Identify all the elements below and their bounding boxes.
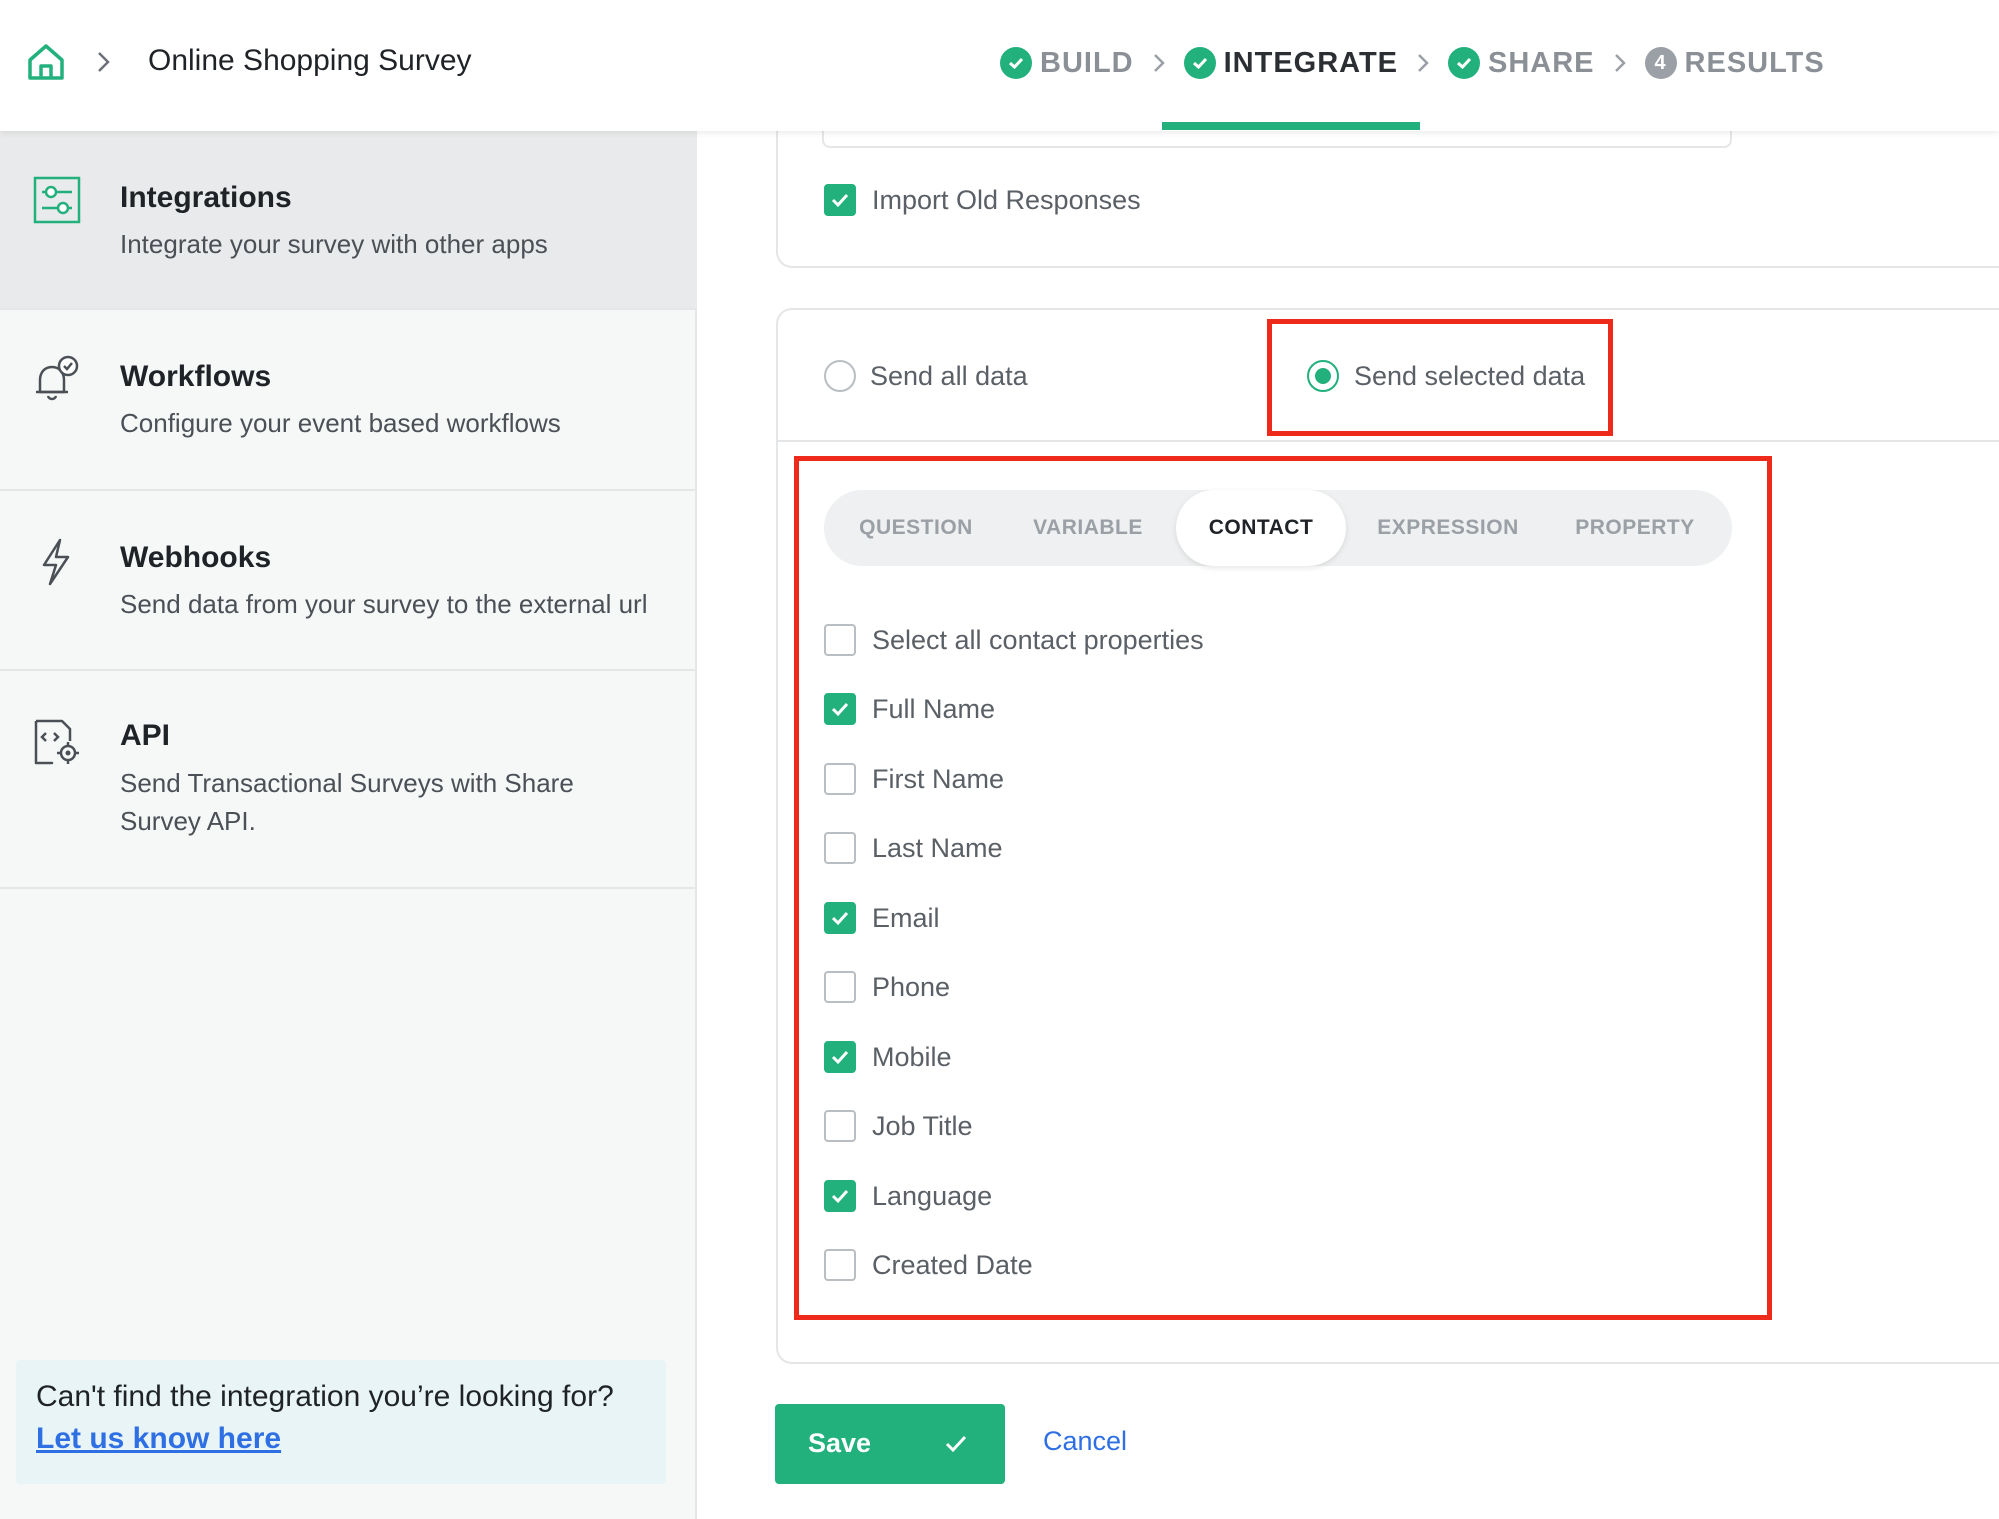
help-box: Can't find the integration you’re lookin… <box>16 1360 666 1484</box>
divider <box>776 440 1999 442</box>
check-circle-icon <box>1448 47 1481 79</box>
home-icon[interactable] <box>24 40 68 84</box>
tab-question[interactable]: QUESTION <box>836 490 996 566</box>
property-checkbox-email[interactable] <box>824 902 856 934</box>
help-text: Can't find the integration you’re lookin… <box>36 1380 614 1413</box>
property-label: Language <box>872 1181 993 1211</box>
send-selected-radio[interactable] <box>1307 360 1339 392</box>
sidebar-item-workflows[interactable]: Workflows Configure your event based wor… <box>0 310 697 491</box>
property-checkbox-language[interactable] <box>824 1180 856 1212</box>
step-label: INTEGRATE <box>1223 46 1399 79</box>
property-checkbox-first-name[interactable] <box>824 763 856 795</box>
step-label: SHARE <box>1488 46 1595 79</box>
data-type-tabs: QUESTION VARIABLE CONTACT EXPRESSION PRO… <box>824 490 1732 566</box>
survey-title: Online Shopping Survey <box>148 44 472 77</box>
top-header: Online Shopping Survey BUILD INTEGRATE S… <box>0 0 1999 131</box>
chevron-right-icon <box>94 48 114 76</box>
step-results[interactable]: 4 RESULTS <box>1644 46 1825 80</box>
property-checkbox-last-name[interactable] <box>824 832 856 864</box>
sidebar-item-title: Workflows <box>120 360 272 393</box>
step-navigation: BUILD INTEGRATE SHARE 4 RESULTS <box>1000 38 1825 88</box>
save-button[interactable]: Save <box>775 1404 1005 1484</box>
sidebar-item-api[interactable]: API Send Transactional Surveys with Shar… <box>0 671 697 889</box>
check-circle-icon <box>1000 47 1032 79</box>
property-label: Mobile <box>872 1042 952 1072</box>
sidebar-item-desc: Integrate your survey with other apps <box>120 229 548 259</box>
tab-contact[interactable]: CONTACT <box>1176 490 1346 566</box>
sidebar-item-title: Webhooks <box>120 541 272 574</box>
sidebar-item-desc: Send Transactional Surveys with Share Su… <box>120 768 574 836</box>
save-label: Save <box>808 1428 872 1458</box>
sidebar-item-webhooks[interactable]: Webhooks Send data from your survey to t… <box>0 491 697 671</box>
property-label: Email <box>872 903 940 933</box>
property-checkbox-created-date[interactable] <box>824 1249 856 1281</box>
property-checkbox-phone[interactable] <box>824 971 856 1003</box>
import-old-checkbox[interactable] <box>824 184 856 216</box>
lightning-icon <box>32 537 82 587</box>
property-checkbox-full-name[interactable] <box>824 693 856 725</box>
property-label: Full Name <box>872 694 996 724</box>
active-step-indicator <box>1162 122 1420 130</box>
tab-expression[interactable]: EXPRESSION <box>1358 490 1538 566</box>
step-label: RESULTS <box>1684 46 1825 79</box>
bell-check-icon <box>32 354 82 404</box>
check-icon <box>945 1435 967 1453</box>
select-all-label: Select all contact properties <box>872 625 1204 655</box>
check-icon <box>831 193 849 208</box>
step-share[interactable]: SHARE <box>1448 47 1595 80</box>
step-number-badge: 4 <box>1644 47 1677 79</box>
chevron-right-icon <box>1595 50 1645 76</box>
chevron-right-icon <box>1134 50 1184 76</box>
tab-property[interactable]: PROPERTY <box>1550 490 1720 566</box>
check-icon <box>831 702 849 717</box>
check-circle-icon <box>1183 47 1216 79</box>
property-label: Phone <box>872 972 951 1002</box>
sidebar-item-integrations[interactable]: Integrations Integrate your survey with … <box>0 131 697 310</box>
property-checkbox-job-title[interactable] <box>824 1110 856 1142</box>
sidebar-item-desc: Send data from your survey to the extern… <box>120 589 648 619</box>
sidebar: Integrations Integrate your survey with … <box>0 131 697 1519</box>
property-label: Last Name <box>872 833 1003 863</box>
send-all-label: Send all data <box>870 361 1028 391</box>
property-label: Created Date <box>872 1250 1033 1280</box>
sidebar-item-title: Integrations <box>120 181 292 214</box>
tab-variable[interactable]: VARIABLE <box>1008 490 1168 566</box>
sidebar-item-title: API <box>120 719 171 752</box>
step-integrate[interactable]: INTEGRATE <box>1183 46 1399 80</box>
check-icon <box>831 1050 849 1065</box>
sidebar-item-desc: Configure your event based workflows <box>120 408 561 438</box>
property-checkbox-mobile[interactable] <box>824 1041 856 1073</box>
chevron-right-icon <box>1398 50 1448 76</box>
step-build[interactable]: BUILD <box>1000 47 1134 80</box>
property-label: First Name <box>872 764 1005 794</box>
check-icon <box>831 1189 849 1204</box>
import-old-label: Import Old Responses <box>872 185 1141 215</box>
cancel-link[interactable]: Cancel <box>1043 1426 1127 1457</box>
select-all-checkbox[interactable] <box>824 624 856 656</box>
send-selected-label: Send selected data <box>1354 361 1586 391</box>
send-all-radio[interactable] <box>824 360 856 392</box>
code-gear-icon <box>32 717 82 767</box>
check-icon <box>831 911 849 926</box>
step-label: BUILD <box>1040 46 1134 79</box>
sliders-icon <box>32 175 82 225</box>
property-label: Job Title <box>872 1111 973 1141</box>
let-us-know-link[interactable]: Let us know here <box>36 1422 281 1456</box>
